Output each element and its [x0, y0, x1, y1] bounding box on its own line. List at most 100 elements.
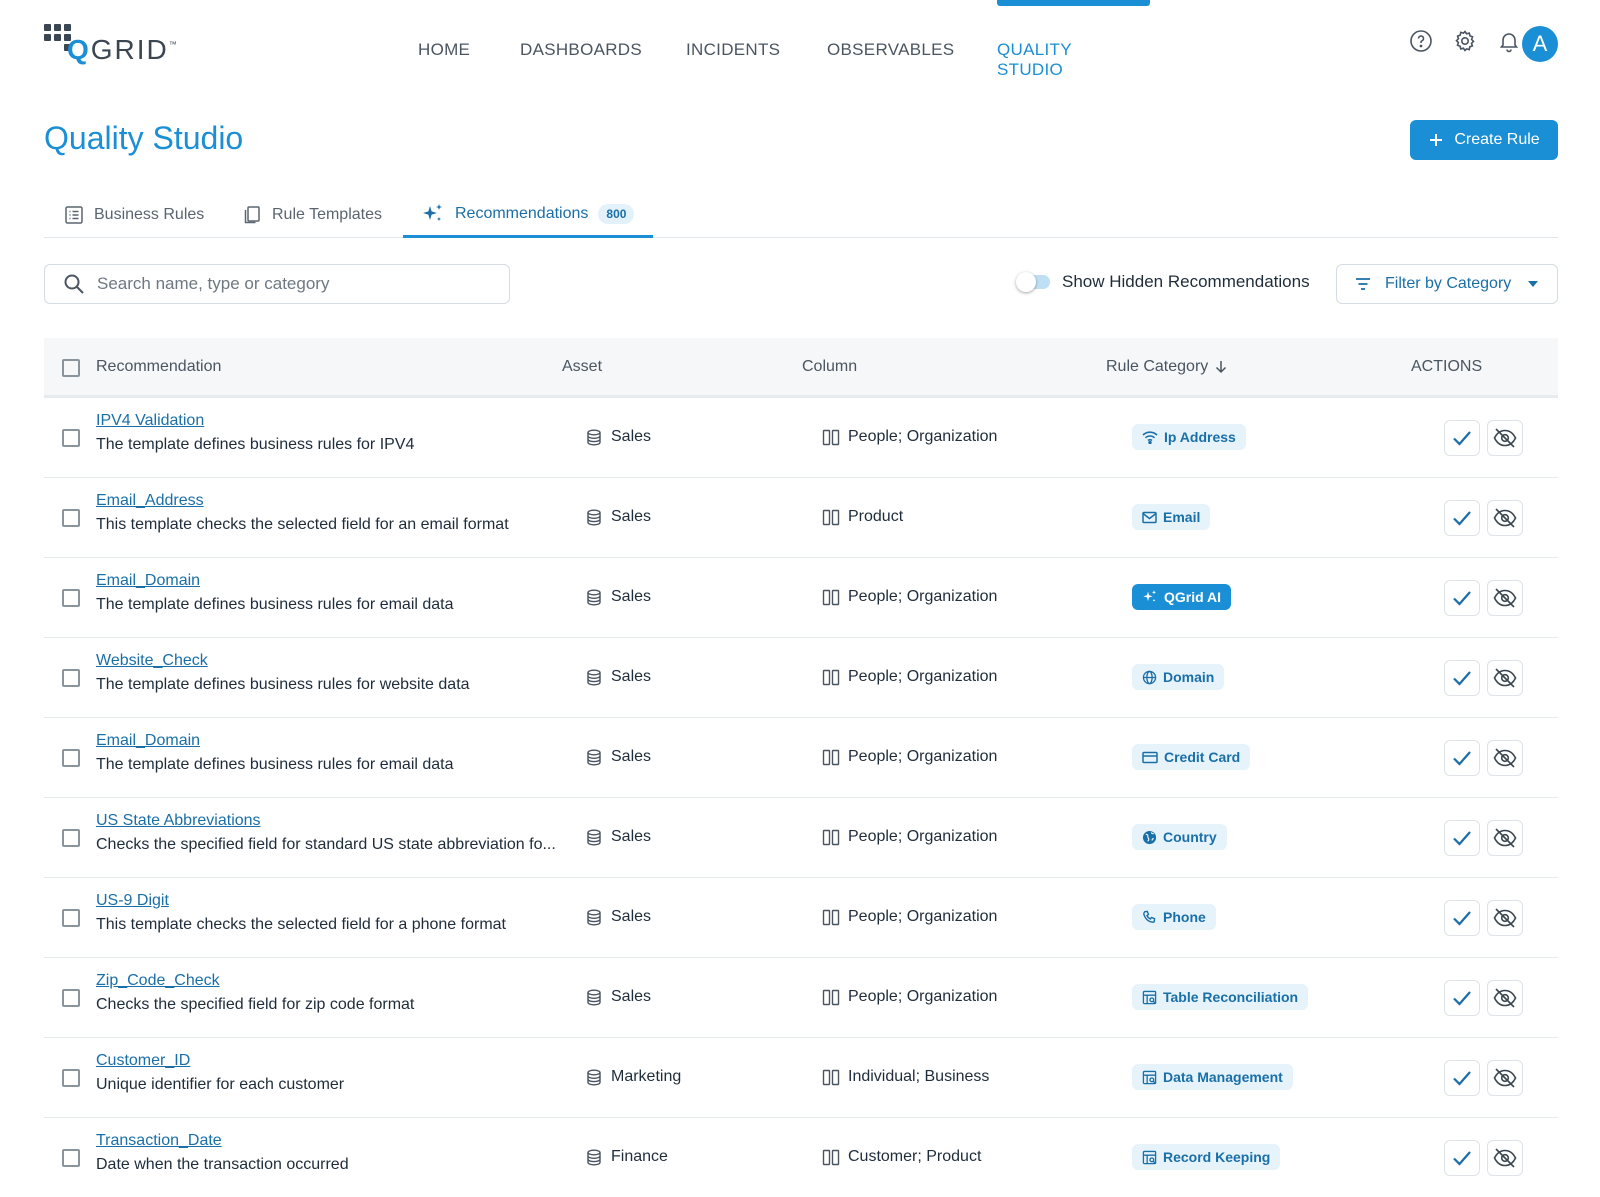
settings-icon[interactable]	[1452, 28, 1478, 54]
recommendation-name-link[interactable]: Zip_Code_Check	[96, 972, 220, 990]
row-checkbox[interactable]	[62, 429, 80, 447]
asset-name: Sales	[611, 828, 652, 845]
hide-recommendation-button[interactable]	[1487, 1060, 1523, 1096]
accept-recommendation-button[interactable]	[1444, 1060, 1480, 1096]
hide-recommendation-button[interactable]	[1487, 900, 1523, 936]
table-icon	[1142, 1070, 1157, 1085]
card-icon	[1142, 751, 1158, 764]
earth-icon	[1142, 830, 1157, 845]
header-recommendation[interactable]: Recommendation	[96, 358, 221, 376]
recommendation-name-link[interactable]: Customer_ID	[96, 1052, 190, 1070]
tab-business-rules[interactable]: Business Rules	[64, 192, 204, 238]
header-rule-category[interactable]: Rule Category	[1106, 358, 1228, 376]
check-icon	[1452, 750, 1472, 766]
toggle-knob	[1016, 272, 1036, 292]
nav-dashboards[interactable]: DASHBOARDS	[520, 40, 642, 60]
table-row: US State Abbreviations Checks the specifi…	[44, 798, 1558, 878]
recommendation-name-link[interactable]: Email_Domain	[96, 732, 200, 750]
hide-recommendation-button[interactable]	[1487, 980, 1523, 1016]
rule-category-label: Email	[1163, 509, 1201, 525]
header-rule-category-label: Rule Category	[1106, 358, 1209, 375]
row-checkbox[interactable]	[62, 589, 80, 607]
row-checkbox[interactable]	[62, 669, 80, 687]
rule-category-chip: Country	[1132, 824, 1227, 850]
nav-quality-studio[interactable]: QUALITY STUDIO	[997, 40, 1072, 80]
tab-bar: Business Rules Rule Templates Recommenda…	[44, 192, 1558, 238]
nav-incidents[interactable]: INCIDENTS	[686, 40, 780, 60]
recommendation-description: The template defines business rules for …	[96, 756, 454, 773]
row-checkbox[interactable]	[62, 1149, 80, 1167]
eye-off-icon	[1493, 1068, 1517, 1088]
row-checkbox[interactable]	[62, 829, 80, 847]
accept-recommendation-button[interactable]	[1444, 740, 1480, 776]
accept-recommendation-button[interactable]	[1444, 820, 1480, 856]
hide-recommendation-button[interactable]	[1487, 420, 1523, 456]
database-icon	[586, 1149, 602, 1166]
check-icon	[1452, 990, 1472, 1006]
create-rule-button[interactable]: Create Rule	[1410, 120, 1558, 160]
qgrid-logo[interactable]: QGRID ™	[44, 22, 177, 64]
filter-label: Filter by Category	[1385, 275, 1512, 292]
table-header: Recommendation Asset Column Rule Categor…	[44, 338, 1558, 398]
table-row: Transaction_Date Date when the transactio…	[44, 1118, 1558, 1197]
check-icon	[1452, 590, 1472, 606]
search-input[interactable]	[97, 274, 477, 294]
recommendation-name-link[interactable]: Transaction_Date	[96, 1132, 222, 1150]
hide-recommendation-button[interactable]	[1487, 500, 1523, 536]
row-checkbox[interactable]	[62, 749, 80, 767]
check-icon	[1452, 1070, 1472, 1086]
check-icon	[1452, 830, 1472, 846]
nav-home[interactable]: HOME	[418, 40, 470, 60]
accept-recommendation-button[interactable]	[1444, 500, 1480, 536]
tab-recommendations[interactable]: Recommendations 800	[403, 192, 653, 238]
hide-recommendation-button[interactable]	[1487, 740, 1523, 776]
eye-off-icon	[1493, 828, 1517, 848]
hide-recommendation-button[interactable]	[1487, 820, 1523, 856]
hide-recommendation-button[interactable]	[1487, 660, 1523, 696]
accept-recommendation-button[interactable]	[1444, 420, 1480, 456]
show-hidden-toggle[interactable]	[1016, 272, 1050, 292]
rule-category-label: Credit Card	[1164, 749, 1241, 765]
rule-category-chip: Phone	[1132, 904, 1216, 930]
accept-recommendation-button[interactable]	[1444, 980, 1480, 1016]
filter-by-category-dropdown[interactable]: Filter by Category	[1336, 264, 1558, 304]
tab-label: Business Rules	[94, 206, 205, 223]
asset-name: Sales	[611, 668, 652, 685]
tab-rule-templates[interactable]: Rule Templates	[242, 192, 382, 238]
row-checkbox[interactable]	[62, 509, 80, 527]
bell-icon[interactable]	[1496, 28, 1522, 54]
header-asset[interactable]: Asset	[562, 358, 602, 376]
hide-recommendation-button[interactable]	[1487, 580, 1523, 616]
select-all-checkbox[interactable]	[62, 359, 80, 377]
hide-recommendation-button[interactable]	[1487, 1140, 1523, 1176]
accept-recommendation-button[interactable]	[1444, 900, 1480, 936]
user-avatar[interactable]: A	[1522, 26, 1558, 62]
recommendation-name-link[interactable]: US State Abbreviations	[96, 812, 261, 830]
help-icon[interactable]	[1408, 28, 1434, 54]
accept-recommendation-button[interactable]	[1444, 660, 1480, 696]
eye-off-icon	[1493, 1148, 1517, 1168]
asset-cell: Finance	[586, 1148, 668, 1166]
check-icon	[1452, 910, 1472, 926]
copy-icon	[244, 206, 260, 224]
accept-recommendation-button[interactable]	[1444, 1140, 1480, 1176]
row-checkbox[interactable]	[62, 989, 80, 1007]
columns-icon	[822, 589, 840, 606]
nav-observables[interactable]: OBSERVABLES	[827, 40, 954, 60]
recommendation-name-link[interactable]: IPV4 Validation	[96, 412, 204, 430]
check-icon	[1452, 510, 1472, 526]
row-checkbox[interactable]	[62, 909, 80, 927]
recommendation-name-link[interactable]: US-9 Digit	[96, 892, 169, 910]
recommendation-description: The template defines business rules for …	[96, 676, 470, 693]
asset-name: Sales	[611, 428, 652, 445]
columns-icon	[822, 669, 840, 686]
header-column[interactable]: Column	[802, 358, 857, 376]
recommendation-name-link[interactable]: Website_Check	[96, 652, 208, 670]
recommendation-name-link[interactable]: Email_Domain	[96, 572, 200, 590]
columns-icon	[822, 749, 840, 766]
recommendation-name-link[interactable]: Email_Address	[96, 492, 204, 510]
database-icon	[586, 829, 602, 846]
row-checkbox[interactable]	[62, 1069, 80, 1087]
accept-recommendation-button[interactable]	[1444, 580, 1480, 616]
column-cell: People; Organization	[822, 908, 997, 926]
